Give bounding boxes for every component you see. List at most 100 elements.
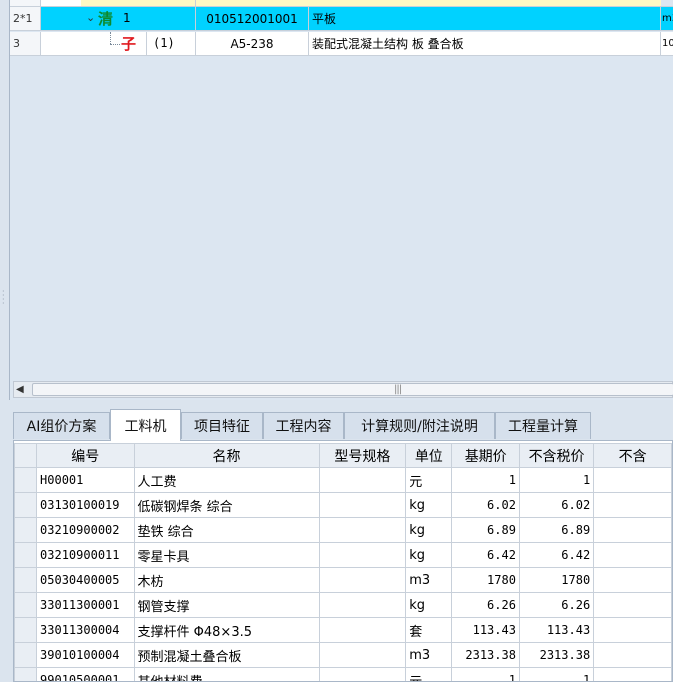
table-row[interactable]: 03130100019 低碳钢焊条 综合 kg 6.02 6.02 — [14, 492, 672, 518]
item-code[interactable]: 010512001001 — [196, 7, 309, 30]
cell-truncated[interactable] — [593, 642, 672, 668]
column-header-name[interactable]: 名称 — [133, 443, 320, 468]
cell-code[interactable]: 33011300004 — [36, 617, 135, 643]
tab-quantity-calc[interactable]: 工程量计算 — [495, 412, 591, 439]
table-row[interactable]: 39010100004 预制混凝土叠合板 m3 2313.38 2313.38 — [14, 642, 672, 668]
table-row[interactable]: 03210900002 垫铁 综合 kg 6.89 6.89 — [14, 517, 672, 543]
cell-price-ex-tax[interactable]: 1 — [518, 467, 595, 493]
cell-unit[interactable]: 元 — [405, 667, 453, 681]
cell-unit[interactable]: m3 — [405, 567, 453, 593]
scroll-left-icon[interactable]: ◀ — [16, 384, 24, 395]
table-row[interactable]: 03210900011 零星卡具 kg 6.42 6.42 — [14, 542, 672, 568]
cell-spec[interactable] — [318, 567, 407, 593]
cell-code[interactable]: 03210900002 — [36, 517, 135, 543]
item-unit[interactable]: 10 — [661, 32, 673, 55]
cell-unit[interactable]: 元 — [405, 467, 453, 493]
cell-price-ex-tax[interactable]: 1780 — [518, 567, 595, 593]
cell-truncated[interactable] — [593, 567, 672, 593]
cell-code[interactable]: 33011300001 — [36, 592, 135, 618]
tab-ai-pricing[interactable]: AI组价方案 — [13, 412, 110, 439]
item-unit[interactable]: m3 — [661, 7, 673, 30]
column-header-truncated[interactable]: 不含 — [593, 443, 672, 468]
cell-truncated[interactable] — [593, 467, 672, 493]
table-row[interactable]: 05030400005 木枋 m3 1780 1780 — [14, 567, 672, 593]
cell-name[interactable]: 钢管支撑 — [133, 592, 320, 618]
cell-name[interactable]: 预制混凝土叠合板 — [133, 642, 320, 668]
cell-unit[interactable]: 套 — [405, 617, 453, 643]
column-header-code[interactable]: 编号 — [36, 443, 135, 468]
tree-cell[interactable]: ⌄ 清 1 — [41, 7, 196, 30]
row-selector[interactable] — [14, 617, 38, 643]
cell-unit[interactable]: kg — [405, 542, 453, 568]
cell-spec[interactable] — [318, 592, 407, 618]
column-header-price-ex-tax[interactable]: 不含税价 — [518, 443, 595, 468]
cell-truncated[interactable] — [593, 517, 672, 543]
cell-name[interactable]: 人工费 — [133, 467, 320, 493]
cell-spec[interactable] — [318, 542, 407, 568]
row-number[interactable]: 2*1 — [10, 7, 41, 30]
tab-work-content[interactable]: 工程内容 — [263, 412, 344, 439]
row-selector[interactable] — [14, 642, 38, 668]
cell-spec[interactable] — [318, 642, 407, 668]
cell-truncated[interactable] — [593, 592, 672, 618]
cell-base-price[interactable]: 6.26 — [451, 592, 520, 618]
column-header-unit[interactable]: 单位 — [405, 443, 453, 468]
cell-base-price[interactable]: 1 — [451, 667, 520, 681]
cell-price-ex-tax[interactable]: 6.26 — [518, 592, 595, 618]
cell-truncated[interactable] — [593, 667, 672, 681]
cell-unit[interactable]: kg — [405, 592, 453, 618]
scrollbar-thumb[interactable]: ||| — [32, 383, 673, 396]
collapse-chevron-icon[interactable]: ⌄ — [86, 11, 95, 24]
column-header-base-price[interactable]: 基期价 — [451, 443, 520, 468]
splitter-grip-icon[interactable]: · · · · — [2, 288, 6, 308]
cell-name[interactable]: 零星卡具 — [133, 542, 320, 568]
cell-base-price[interactable]: 1 — [451, 467, 520, 493]
cell-price-ex-tax[interactable]: 2313.38 — [518, 642, 595, 668]
row-selector[interactable] — [14, 517, 38, 543]
cell-spec[interactable] — [318, 617, 407, 643]
cell-spec[interactable] — [318, 467, 407, 493]
row-selector[interactable] — [14, 542, 38, 568]
item-name[interactable]: 装配式混凝土结构 板 叠合板 — [309, 32, 661, 55]
cell-price-ex-tax[interactable]: 1 — [518, 667, 595, 681]
row-number[interactable]: 3 — [10, 32, 41, 55]
row-selector[interactable] — [14, 492, 38, 518]
cell-price-ex-tax[interactable]: 6.02 — [518, 492, 595, 518]
grid-row-quota[interactable]: 3 子 (1) A5-238 装配式混凝土结构 板 叠合板 10 — [10, 32, 673, 56]
cell-code[interactable]: 99010500001 — [36, 667, 135, 681]
tree-cell[interactable]: 子 (1) — [41, 32, 196, 55]
cell-unit[interactable]: kg — [405, 492, 453, 518]
cell-base-price[interactable]: 1780 — [451, 567, 520, 593]
table-row[interactable]: 33011300001 钢管支撑 kg 6.26 6.26 — [14, 592, 672, 618]
cell-truncated[interactable] — [593, 492, 672, 518]
row-selector[interactable] — [14, 667, 38, 681]
tab-calc-rules[interactable]: 计算规则/附注说明 — [344, 412, 495, 439]
cell-base-price[interactable]: 113.43 — [451, 617, 520, 643]
cell-base-price[interactable]: 6.42 — [451, 542, 520, 568]
row-selector[interactable] — [14, 467, 38, 493]
cell-spec[interactable] — [318, 492, 407, 518]
cell-name[interactable]: 支撑杆件 Φ48×3.5 — [133, 617, 320, 643]
table-row[interactable]: H00001 人工费元 1 1 — [14, 467, 672, 493]
item-code[interactable]: A5-238 — [196, 32, 309, 55]
cell-spec[interactable] — [318, 517, 407, 543]
cell-name[interactable]: 垫铁 综合 — [133, 517, 320, 543]
column-header-spec[interactable]: 型号规格 — [318, 443, 407, 468]
cell-unit[interactable]: m3 — [405, 642, 453, 668]
cell-name[interactable]: 木枋 — [133, 567, 320, 593]
row-header-corner[interactable] — [14, 443, 38, 468]
item-name[interactable]: 平板 — [309, 7, 661, 30]
grid-row-bill-item[interactable]: 2*1 ⌄ 清 1 010512001001 平板 m3 — [10, 7, 673, 31]
cell-code[interactable]: H00001 — [36, 467, 135, 493]
cell-price-ex-tax[interactable]: 6.89 — [518, 517, 595, 543]
table-row[interactable]: 33011300004 支撑杆件 Φ48×3.5 套 113.43 113.43 — [14, 617, 672, 643]
cell-name[interactable]: 其他材料费 — [133, 667, 320, 681]
horizontal-scrollbar[interactable]: ◀ ||| — [13, 381, 673, 398]
cell-base-price[interactable]: 6.02 — [451, 492, 520, 518]
cell-truncated[interactable] — [593, 617, 672, 643]
cell-code[interactable]: 03130100019 — [36, 492, 135, 518]
cell-unit[interactable]: kg — [405, 517, 453, 543]
row-selector[interactable] — [14, 567, 38, 593]
table-row[interactable]: 99010500001 其他材料费元 1 1 — [14, 667, 672, 681]
cell-price-ex-tax[interactable]: 113.43 — [518, 617, 595, 643]
